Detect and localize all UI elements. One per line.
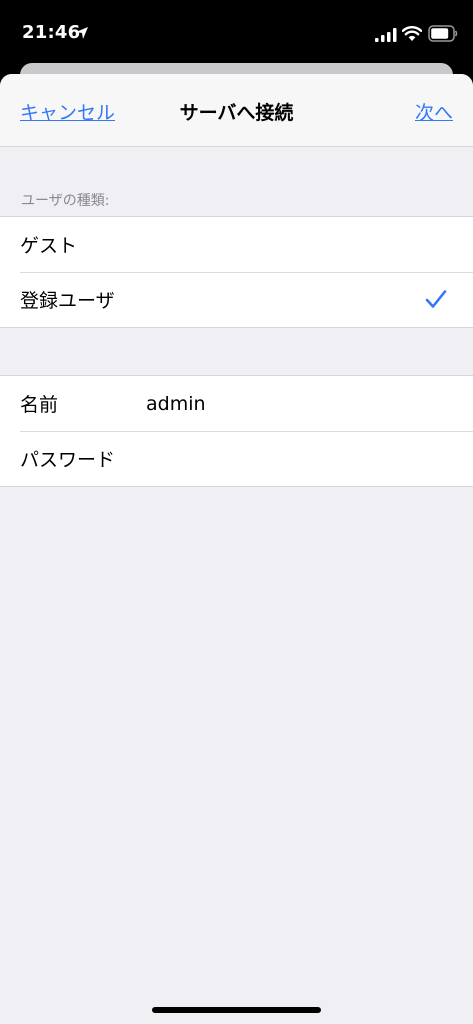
home-indicator[interactable] [152, 1007, 321, 1013]
wifi-icon [402, 26, 422, 41]
option-label: ゲスト [20, 235, 78, 257]
status-bar: 21:46 [0, 0, 473, 62]
connect-server-sheet: キャンセル サーバへ接続 次へ ユーザの種類: ゲスト 登録ユーザ 名前 adm… [0, 74, 473, 1024]
status-time: 21:46 [22, 22, 81, 43]
credentials-list: 名前 admin パスワード [0, 375, 473, 487]
name-row[interactable]: 名前 admin [0, 376, 473, 431]
option-label: 登録ユーザ [20, 290, 115, 312]
user-type-list: ゲスト 登録ユーザ [0, 216, 473, 328]
name-field[interactable]: admin [146, 393, 206, 415]
page-title: サーバへ接続 [179, 102, 294, 124]
password-label: パスワード [20, 449, 116, 471]
cellular-signal-icon [375, 28, 397, 42]
user-type-option-guest[interactable]: ゲスト [0, 217, 473, 272]
navigation-bar: キャンセル サーバへ接続 次へ [0, 74, 473, 147]
user-type-option-registered[interactable]: 登録ユーザ [0, 272, 473, 327]
name-label: 名前 [20, 394, 59, 416]
location-arrow-icon [76, 27, 88, 39]
user-type-section-header: ユーザの種類: [21, 193, 110, 209]
next-button[interactable]: 次へ [415, 98, 453, 125]
checkmark-icon [425, 290, 447, 308]
password-row[interactable]: パスワード [0, 431, 473, 486]
battery-icon [428, 25, 458, 42]
